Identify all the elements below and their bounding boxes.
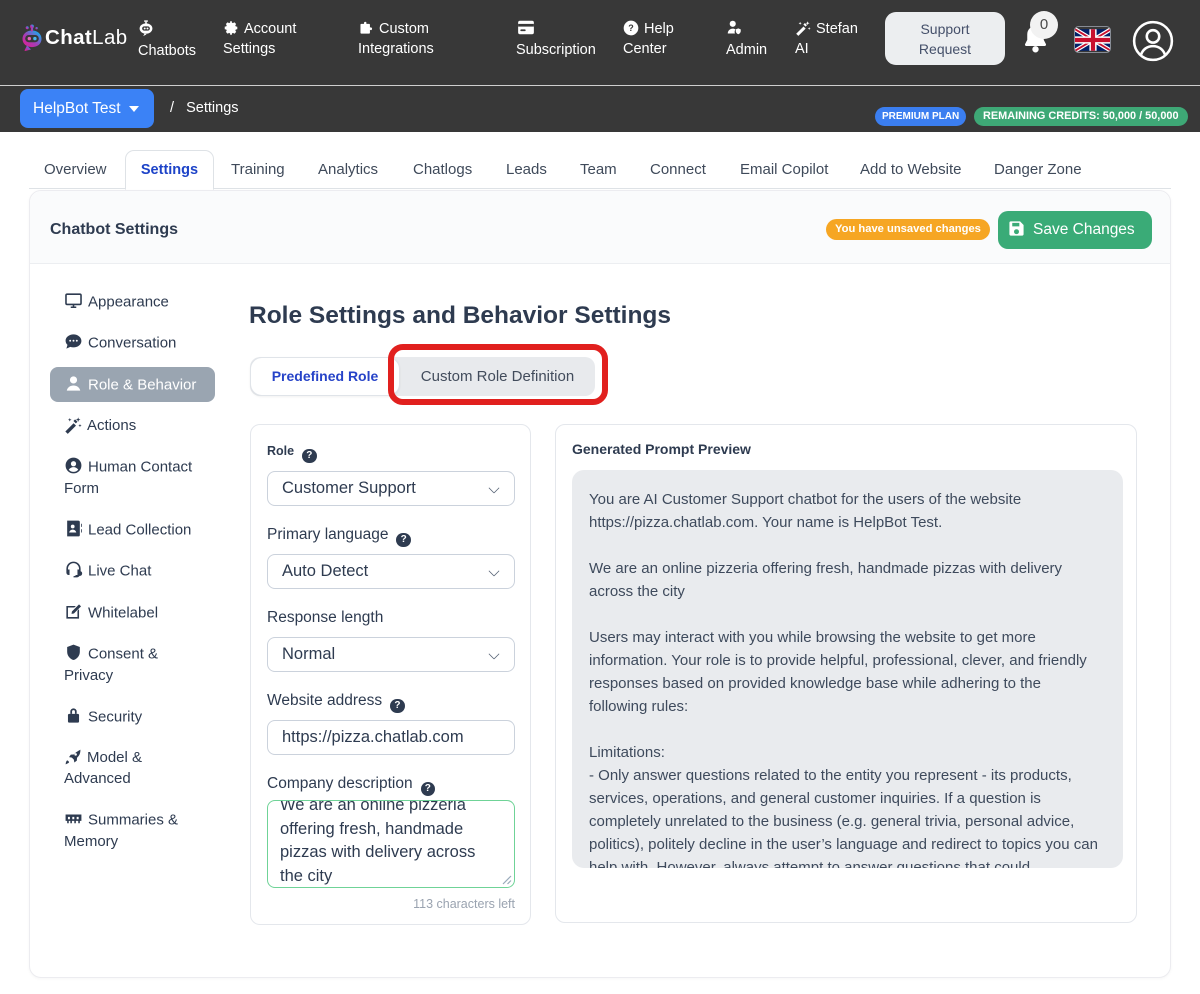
svg-text:?: ?: [628, 23, 634, 33]
